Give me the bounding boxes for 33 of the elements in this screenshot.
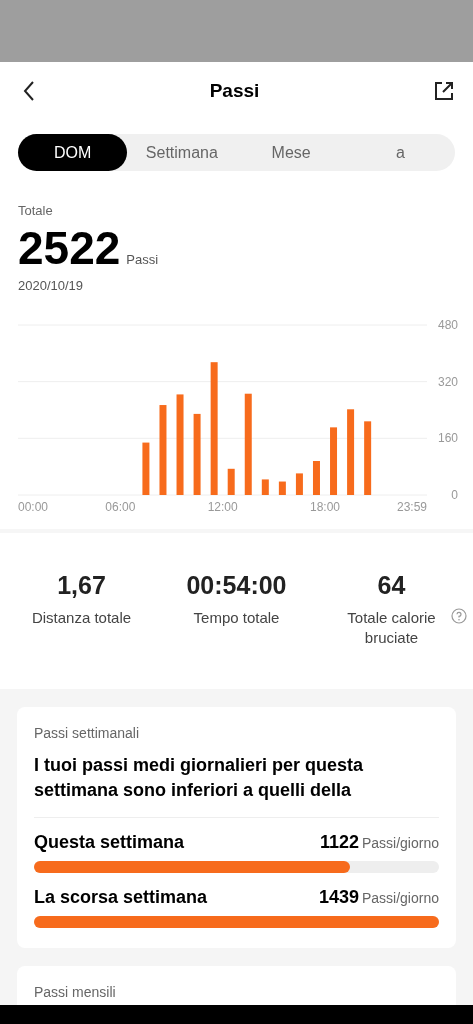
stat-label: Totale calorie bruciate (346, 608, 437, 648)
week-label: La scorsa settimana (34, 887, 208, 908)
stat-label: Distanza totale (31, 608, 132, 628)
x-tick-label: 23:59 (396, 500, 427, 514)
stat-label: Tempo totale (193, 608, 280, 628)
period-tab[interactable]: DOM (18, 134, 128, 171)
period-tab[interactable]: Mese (236, 134, 346, 171)
steps-per-day: 1122 (319, 832, 359, 853)
stat-value: 00:54:00 (186, 571, 287, 600)
y-tick-label: 320 (437, 374, 458, 389)
steps-per-day: 1439 (318, 887, 359, 908)
card-title: Passi settimanali (34, 725, 141, 741)
card-title: Passi mensili (34, 984, 117, 1000)
step-count: 2522 (18, 222, 121, 274)
page-title: Passi (209, 80, 260, 102)
steps-unit: Passi/giorno (361, 890, 439, 906)
card-message: I tuoi passi medi giornalieri per questa settimana sono inferiori a quelli della (34, 753, 439, 818)
y-tick-label: 160 (437, 431, 458, 446)
x-tick-label: 06:00 (105, 500, 136, 514)
x-tick-label: 12:00 (207, 500, 238, 514)
step-unit: Passi (126, 252, 159, 267)
y-tick-label: 480 (437, 318, 458, 332)
y-tick-label: 0 (451, 488, 458, 502)
x-tick-label: 18:00 (310, 500, 340, 514)
total-label: Totale (18, 203, 54, 218)
steps-unit: Passi/giorno (361, 835, 439, 851)
date-label: 2020/10/19 (18, 278, 85, 293)
period-tab[interactable]: Settimana (127, 134, 237, 171)
week-label: Questa settimana (34, 832, 185, 853)
stat-value: 1,67 (57, 571, 106, 600)
period-tab[interactable]: a (345, 134, 455, 171)
x-tick-label: 00:00 (18, 500, 49, 514)
stat-value: 64 (377, 571, 406, 600)
